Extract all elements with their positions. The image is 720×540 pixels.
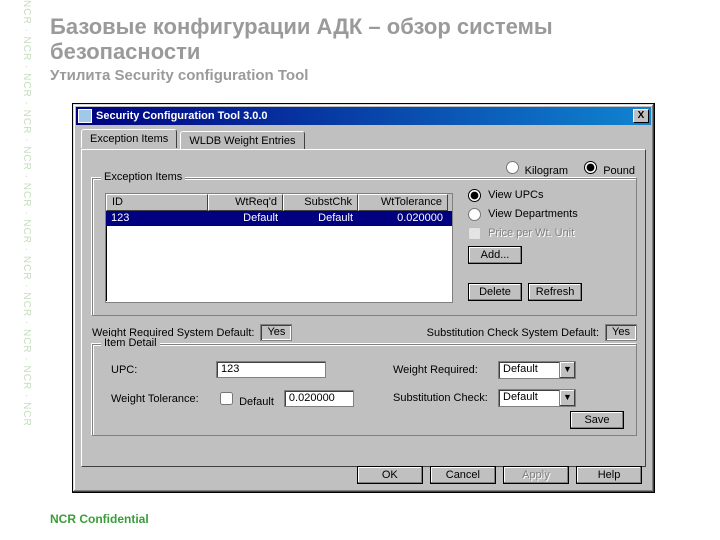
radio-view-departments[interactable]: View Departments [468,208,578,220]
tab-panel-exception: Kilogram Pound Exception Items ID WtReq'… [81,149,646,467]
list-row[interactable]: 123 Default Default 0.020000 [106,211,452,226]
cell-substchk: Default [283,211,358,226]
apply-button[interactable]: Apply [503,466,569,484]
tab-exception-items[interactable]: Exception Items [81,129,177,148]
checkbox-price-per-wt-label: Price per Wt. Unit [488,227,574,239]
col-id[interactable]: ID [106,194,208,211]
cell-id: 123 [106,211,208,226]
cancel-button[interactable]: Cancel [430,466,496,484]
item-detail-group: Item Detail UPC: 123 Weight Required: De… [92,344,637,436]
weight-required-default-value: Yes [260,324,292,341]
upc-field[interactable]: 123 [216,361,326,378]
weight-tolerance-field[interactable]: 0.020000 [284,390,354,407]
radio-pound[interactable]: Pound [579,165,635,177]
weight-tolerance-default-label: Default [239,396,274,408]
slide-title: Базовые конфигурации АДК – обзор системы… [50,14,670,65]
weight-tolerance-default-checkbox[interactable]: Default [216,389,274,408]
checkbox-price-per-wt: Price per Wt. Unit [468,227,574,239]
system-defaults-row: Weight Required System Default: Yes Subs… [92,324,637,341]
tab-wldb-weight-entries[interactable]: WLDB Weight Entries [180,131,304,150]
refresh-button[interactable]: Refresh [528,283,582,301]
slide-subtitle: Утилита Security configuration Tool [50,67,670,84]
side-pattern: NCR · NCR · NCR · NCR · NCR · NCR · NCR … [8,0,32,540]
unit-radio-group: Kilogram Pound [493,158,635,177]
radio-view-departments-label: View Departments [488,208,578,220]
radio-kilogram[interactable]: Kilogram [501,165,568,177]
radio-kilogram-label: Kilogram [525,165,568,177]
footer-confidential: NCR Confidential [50,512,149,526]
app-icon [78,109,92,123]
close-icon[interactable]: X [633,109,649,123]
titlebar[interactable]: Security Configuration Tool 3.0.0 X [76,107,651,125]
subst-check-default-label: Substitution Check System Default: [427,327,599,339]
weight-required-combo[interactable]: Default ▼ [498,361,576,379]
chevron-down-icon[interactable]: ▼ [559,362,575,378]
window-title: Security Configuration Tool 3.0.0 [96,110,633,122]
weight-tolerance-label: Weight Tolerance: [111,393,216,405]
weight-required-label: Weight Required: [393,364,498,376]
dialog-button-row: OK Cancel Apply Help [353,466,642,484]
exception-items-group-label: Exception Items [101,171,185,183]
cell-wttol: 0.020000 [358,211,448,226]
list-action-buttons: Delete Refresh [468,283,585,301]
exception-items-group: Exception Items ID WtReq'd SubstChk WtTo… [92,178,637,316]
upc-label: UPC: [111,364,216,376]
col-substchk[interactable]: SubstChk [283,194,358,211]
cell-wtreqd: Default [208,211,283,226]
item-detail-label: Item Detail [101,337,160,349]
radio-view-upcs[interactable]: View UPCs [468,189,544,201]
slide-header: Базовые конфигурации АДК – обзор системы… [0,0,720,88]
substitution-check-combo[interactable]: Default ▼ [498,389,576,407]
exception-listview[interactable]: ID WtReq'd SubstChk WtTolerance 123 Defa… [105,193,453,303]
substitution-check-label: Substitution Check: [393,392,498,404]
ok-button[interactable]: OK [357,466,423,484]
col-wtreqd[interactable]: WtReq'd [208,194,283,211]
listview-header: ID WtReq'd SubstChk WtTolerance [106,194,452,211]
substitution-check-value: Default [499,390,559,406]
subst-check-default-value: Yes [605,324,637,341]
help-button[interactable]: Help [576,466,642,484]
delete-button[interactable]: Delete [468,283,522,301]
radio-pound-label: Pound [603,165,635,177]
col-wttolerance[interactable]: WtTolerance [358,194,448,211]
view-options: View UPCs View Departments Price per Wt.… [468,189,578,270]
add-button[interactable]: Add... [468,246,522,264]
weight-required-value: Default [499,362,559,378]
save-button[interactable]: Save [570,411,624,429]
tab-strip: Exception Items WLDB Weight Entries [81,129,646,149]
chevron-down-icon[interactable]: ▼ [559,390,575,406]
security-config-dialog: Security Configuration Tool 3.0.0 X Exce… [72,103,655,493]
radio-view-upcs-label: View UPCs [488,189,543,201]
